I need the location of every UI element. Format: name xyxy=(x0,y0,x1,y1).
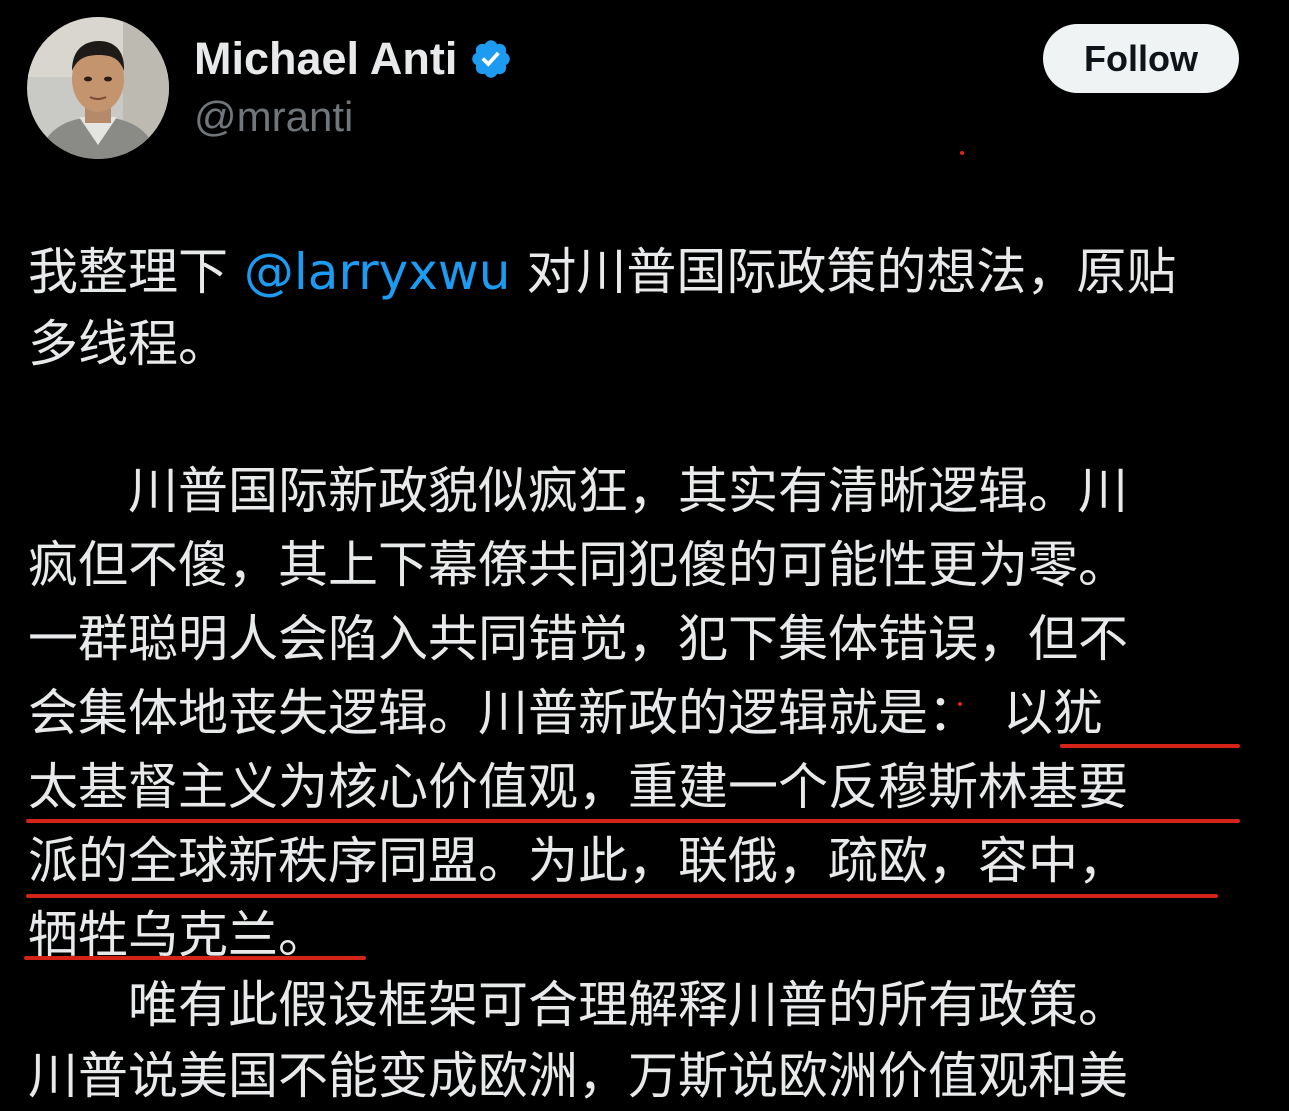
stray-red-mark xyxy=(958,702,962,706)
tweet-line: 川普国际新政貌似疯狂，其实有清晰逻辑。川 xyxy=(28,462,1128,520)
red-underline xyxy=(26,819,1240,823)
tweet-line: 我整理下 @larryxwu 对川普国际政策的想法，原贴 xyxy=(28,237,1176,307)
tweet-line: 太基督主义为核心价值观，重建一个反穆斯林基要 xyxy=(28,758,1128,816)
tweet-line: 一群聪明人会陷入共同错觉，犯下集体错误，但不 xyxy=(28,610,1128,668)
red-underline xyxy=(1060,744,1240,748)
tweet-line: 会集体地丧失逻辑。川普新政的逻辑就是： 以犹 xyxy=(28,684,1103,742)
tweet-text: 我整理下 @larryxwu 对川普国际政策的想法，原贴 多线程。 川普国际新政… xyxy=(0,0,1289,1105)
mention-link[interactable]: @larryxwu xyxy=(244,243,511,301)
tweet-line: 疯但不傻，其上下幕僚共同犯傻的可能性更为零。 xyxy=(28,536,1128,594)
tweet-text-fragment: 我整理下 xyxy=(28,243,244,301)
tweet-line: 多线程。 xyxy=(28,315,228,373)
tweet-line: 川普说美国不能变成欧洲，万斯说欧洲价值观和美 xyxy=(28,1047,1128,1105)
tweet-line: 唯有此假设框架可合理解释川普的所有政策。 xyxy=(28,976,1128,1034)
red-underline xyxy=(26,894,1218,898)
tweet-line: 派的全球新秩序同盟。为此，联俄，疏欧，容中， xyxy=(28,832,1128,890)
tweet-text-fragment: 对川普国际政策的想法，原贴 xyxy=(510,243,1177,301)
red-underline xyxy=(24,956,366,960)
